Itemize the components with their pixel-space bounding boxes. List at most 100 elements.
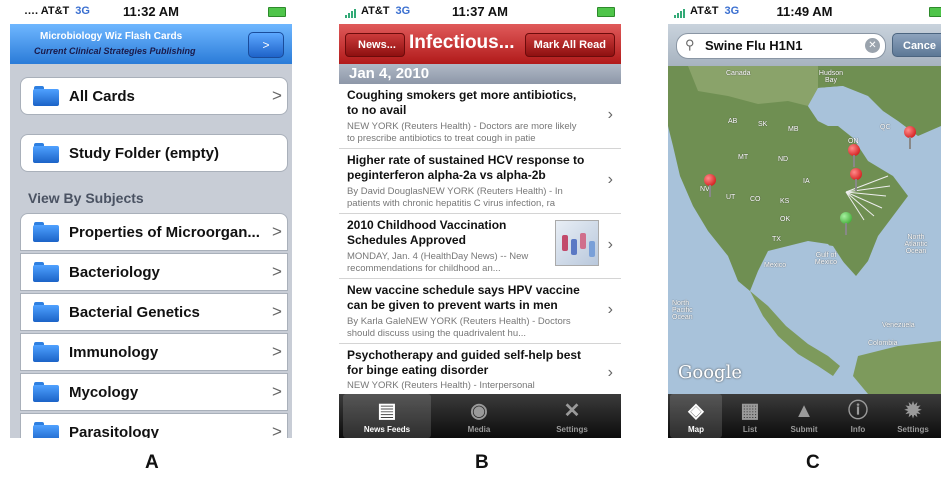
vaccine-vials-thumbnail	[555, 220, 599, 266]
article-headline: Coughing smokers get more antibiotics, t…	[347, 88, 577, 117]
clock: 11:37 AM	[452, 4, 508, 19]
folder-icon	[33, 143, 59, 163]
chevron-right-icon: ›	[607, 106, 613, 123]
tab-label: Submit	[790, 425, 818, 434]
battery-icon	[268, 7, 286, 17]
subject-label: Immunology	[69, 343, 159, 361]
article-headline: Psychotherapy and guided self-help best …	[347, 348, 582, 377]
chevron-right-icon: >	[272, 222, 282, 241]
caption-b: B	[475, 452, 489, 473]
tab-label: List	[742, 425, 758, 434]
article-row[interactable]: Coughing smokers get more antibiotics, t…	[339, 84, 621, 149]
search-input[interactable]: ⚲ Swine Flu H1N1 ✕	[676, 33, 886, 59]
battery-icon	[597, 7, 615, 17]
article-row[interactable]: 2010 Childhood Vaccination Schedules App…	[339, 214, 621, 279]
cancel-button[interactable]: Cance	[892, 33, 941, 57]
thumbs-up-icon: ▲	[794, 400, 814, 422]
tab-label: Media	[467, 425, 491, 434]
article-summary: NEW YORK (Reuters Health) - Doctors are …	[347, 121, 577, 144]
red-map-pin[interactable]	[848, 144, 860, 168]
nav-bar: News... Infectious... Mark All Read	[339, 24, 621, 64]
article-summary: NEW YORK (Reuters Health) - Interpersona…	[347, 380, 535, 391]
chevron-right-icon: >	[272, 382, 282, 401]
article-summary: By Karla GaleNEW YORK (Reuters Health) -…	[347, 316, 571, 339]
search-query: Swine Flu H1N1	[705, 38, 803, 53]
all-cards-cell[interactable]: All Cards >	[20, 77, 288, 115]
article-row[interactable]: New vaccine schedule says HPV vaccine ca…	[339, 279, 621, 344]
banner-title: Microbiology Wiz Flash Cards	[40, 31, 183, 42]
subject-cell[interactable]: Bacteriology >	[20, 253, 288, 291]
nav-title: Infectious...	[409, 32, 515, 53]
tab-list[interactable]: ▦ List	[724, 394, 776, 438]
clock: 11:32 AM	[123, 4, 179, 19]
chevron-right-icon: ›	[607, 171, 613, 188]
chevron-right-icon: ›	[607, 301, 613, 318]
tab-label: Settings	[897, 425, 929, 434]
tab-settings[interactable]: ✹ Settings	[886, 394, 940, 438]
chevron-right-icon: >	[272, 342, 282, 361]
cell-label: All Cards	[69, 87, 135, 105]
section-header: View By Subjects	[28, 190, 144, 206]
search-bar: ⚲ Swine Flu H1N1 ✕ Cance	[668, 24, 941, 66]
folder-icon	[33, 342, 59, 362]
status-bar: AT&T 3G 11:37 AM	[339, 0, 621, 24]
tab-settings[interactable]: ✕ Settings	[527, 394, 617, 438]
folder-icon	[33, 382, 59, 402]
tab-map[interactable]: ◈ Map	[670, 394, 722, 438]
mark-all-read-button[interactable]: Mark All Read	[524, 33, 615, 57]
caption-a: A	[145, 452, 159, 473]
tab-info[interactable]: ⓘ Info	[832, 394, 884, 438]
cell-label: Study Folder (empty)	[69, 144, 220, 162]
subject-label: Parasitology	[69, 423, 160, 439]
subject-cell[interactable]: Immunology >	[20, 333, 288, 371]
map-icon: ◈	[688, 400, 704, 422]
map-callout-lines	[845, 175, 891, 221]
folder-icon	[33, 302, 59, 322]
google-logo: Google	[678, 362, 742, 383]
tab-news-feeds[interactable]: ▤ News Feeds	[343, 394, 431, 438]
article-headline: 2010 Childhood Vaccination Schedules App…	[347, 218, 507, 247]
tab-label: Map	[688, 425, 704, 434]
red-map-pin[interactable]	[704, 174, 716, 198]
search-icon: ⚲	[685, 37, 695, 52]
tab-label: Info	[850, 425, 866, 434]
clock: 11:49 AM	[776, 4, 833, 19]
article-row[interactable]: Psychotherapy and guided self-help best …	[339, 344, 621, 394]
red-map-pin[interactable]	[850, 168, 862, 192]
subject-cell[interactable]: Parasitology >	[20, 413, 288, 438]
chevron-right-icon: >	[272, 302, 282, 321]
subject-label: Bacterial Genetics	[69, 303, 200, 321]
subject-cell[interactable]: Mycology >	[20, 373, 288, 411]
chevron-right-icon: >	[272, 86, 282, 105]
caption-c: C	[806, 452, 820, 473]
article-headline: Higher rate of sustained HCV response to…	[347, 153, 585, 182]
folder-icon	[33, 86, 59, 106]
newspaper-icon: ▤	[377, 400, 397, 422]
study-folder-cell[interactable]: Study Folder (empty)	[20, 134, 288, 172]
green-map-pin[interactable]	[840, 212, 852, 236]
tab-bar: ▤ News Feeds ◉ Media ✕ Settings	[339, 394, 621, 438]
article-summary: By David DouglasNEW YORK (Reuters Health…	[347, 186, 563, 209]
tab-label: Settings	[556, 425, 588, 434]
map-view[interactable]: Canada Hudson Bay QC ON MB SK AB MT ND N…	[668, 66, 941, 394]
subject-cell[interactable]: Properties of Microorgan... >	[20, 213, 288, 251]
banner-forward-button[interactable]: >	[248, 32, 284, 58]
phone-c-map: AT&T 3G 11:49 AM ⚲ Swine Flu H1N1 ✕ Cance…	[668, 0, 941, 438]
folder-icon	[33, 422, 59, 438]
chevron-right-icon: >	[272, 422, 282, 438]
folder-icon	[33, 222, 59, 242]
tab-media[interactable]: ◉ Media	[435, 394, 523, 438]
status-bar: …. AT&T 3G 11:32 AM	[10, 0, 292, 24]
article-summary: MONDAY, Jan. 4 (HealthDay News) -- New r…	[347, 251, 529, 274]
article-row[interactable]: Higher rate of sustained HCV response to…	[339, 149, 621, 214]
tab-submit[interactable]: ▲ Submit	[778, 394, 830, 438]
chevron-right-icon: >	[272, 262, 282, 281]
app-banner[interactable]: Microbiology Wiz Flash Cards Current Cli…	[10, 24, 292, 64]
subject-cell[interactable]: Bacterial Genetics >	[20, 293, 288, 331]
red-map-pin[interactable]	[904, 126, 916, 150]
gear-icon: ✹	[904, 400, 922, 422]
status-bar: AT&T 3G 11:49 AM	[668, 0, 941, 24]
back-button[interactable]: News...	[345, 33, 405, 57]
banner-subtitle: Current Clinical Strategies Publishing	[34, 46, 196, 56]
clear-icon[interactable]: ✕	[865, 38, 880, 53]
